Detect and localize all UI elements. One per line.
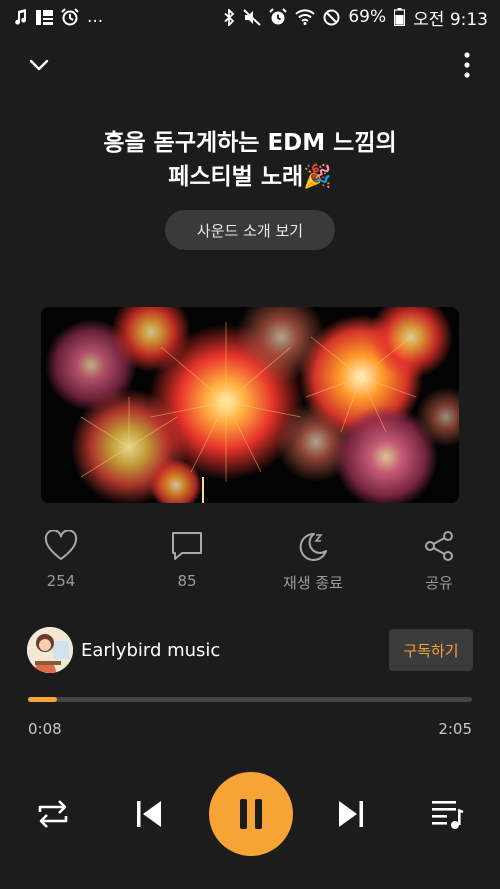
battery-icon xyxy=(394,8,406,26)
pause-button[interactable] xyxy=(209,772,293,856)
like-count: 254 xyxy=(46,572,76,590)
alarm-clock-icon xyxy=(61,8,79,26)
avatar[interactable] xyxy=(27,627,73,673)
subscribe-button[interactable]: 구독하기 xyxy=(389,629,473,671)
sleep-timer-label: 재생 종료 xyxy=(283,574,343,592)
alarm-icon xyxy=(269,8,288,25)
comment-count: 85 xyxy=(177,572,197,590)
progress-bar[interactable] xyxy=(28,697,472,702)
repeat-icon[interactable] xyxy=(36,798,70,830)
album-artwork xyxy=(41,307,459,503)
status-more: ... xyxy=(87,7,104,27)
total-time: 2:05 xyxy=(438,720,472,738)
do-not-disturb-icon xyxy=(323,9,340,25)
channel-row: Earlybird music 구독하기 xyxy=(27,627,473,673)
comment-icon[interactable] xyxy=(170,530,204,562)
channel-avatar-illustration xyxy=(27,627,73,673)
heart-icon[interactable] xyxy=(44,530,78,562)
music-note-icon xyxy=(15,9,27,25)
share-action[interactable]: 공유 xyxy=(384,530,494,593)
sleep-timer-action[interactable]: 재생 종료 xyxy=(258,530,368,593)
progress-fill xyxy=(28,697,57,702)
action-row: 254 85 재생 종료 공유 xyxy=(0,530,500,600)
like-action[interactable]: 254 xyxy=(6,530,116,590)
pause-icon[interactable] xyxy=(237,797,265,831)
chevron-down-icon[interactable] xyxy=(26,52,52,78)
playlist-icon[interactable] xyxy=(430,798,464,830)
track-title-line1: 흥을 돋구게하는 EDM 느낌의 xyxy=(103,130,397,156)
wifi-icon xyxy=(295,9,316,25)
share-label: 공유 xyxy=(425,574,453,592)
previous-track-icon[interactable] xyxy=(134,798,164,830)
current-time: 0:08 xyxy=(28,720,62,738)
channel-name[interactable]: Earlybird music xyxy=(81,640,220,661)
mute-icon xyxy=(243,8,262,26)
fireworks-image xyxy=(41,307,459,503)
bluetooth-icon xyxy=(224,8,235,26)
moon-icon[interactable] xyxy=(296,530,330,562)
comment-action[interactable]: 85 xyxy=(132,530,242,590)
track-title-line2: 페스티벌 노래🎉 xyxy=(168,164,332,190)
track-title: 흥을 돋구게하는 EDM 느낌의 페스티벌 노래🎉 xyxy=(0,126,500,194)
news-icon xyxy=(36,9,53,25)
battery-percent: 69% xyxy=(348,7,387,27)
next-track-icon[interactable] xyxy=(336,798,366,830)
share-icon[interactable] xyxy=(422,530,456,562)
sound-intro-button[interactable]: 사운드 소개 보기 xyxy=(165,210,335,250)
clock: 오전 9:13 xyxy=(413,9,488,30)
status-bar: ... 69% 오전 9:13 xyxy=(0,0,500,34)
more-options-icon[interactable] xyxy=(462,52,472,78)
